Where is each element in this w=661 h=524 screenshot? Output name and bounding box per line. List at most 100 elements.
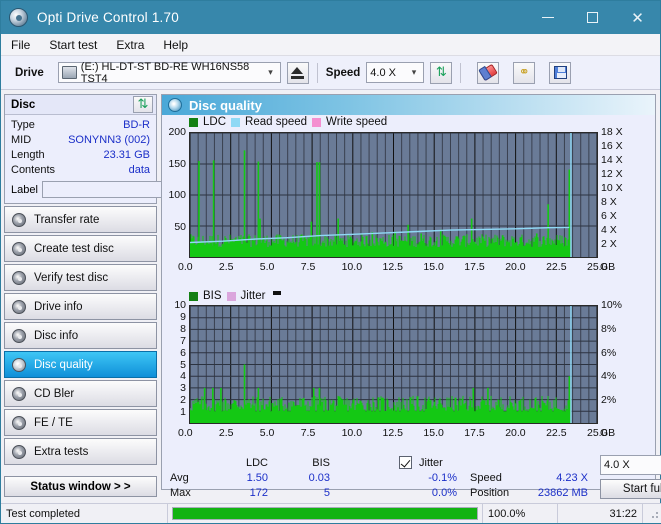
bis-x-tick: 7.5 xyxy=(300,427,316,439)
ldc-legend: LDC Read speed Write speed xyxy=(189,116,387,128)
jitter-checkbox[interactable] xyxy=(399,456,412,469)
disc-row-contents: Contents data xyxy=(11,163,150,178)
ldc-chart: LDC Read speed Write speed 50 100 150 200 2… xyxy=(162,115,655,290)
menu-item-start-test[interactable]: Start test xyxy=(49,38,97,52)
speed-select[interactable]: 4.0 X ▾ xyxy=(366,62,425,83)
stats-avg-bis: 0.03 xyxy=(308,472,330,484)
bis-chart: BIS Jitter 1 2 3 4 5 6 7 8 9 10 2% 4% 6% 8% 10% 0.0 2.… xyxy=(162,290,655,455)
drive-select[interactable]: (E:) HL-DT-ST BD-RE WH16NS58 TST4 ▾ xyxy=(57,61,281,85)
bis-y-tick: 9 xyxy=(180,310,186,323)
bis-y-tick: 3 xyxy=(180,382,186,395)
erase-button[interactable] xyxy=(477,61,500,84)
maximize-button[interactable] xyxy=(570,1,615,34)
position-value: 23862 MB xyxy=(537,487,588,499)
legend-swatch-bis xyxy=(189,291,198,301)
stats-avg-ldc: 1.50 xyxy=(246,472,268,484)
ldc-y-tick: 150 xyxy=(168,157,186,170)
stats-max-ldc: 172 xyxy=(249,487,268,499)
ldc-plot-area xyxy=(189,132,598,258)
settings-button[interactable]: ⚭ xyxy=(513,61,536,84)
speed-label: Speed xyxy=(325,66,361,79)
minimize-button[interactable] xyxy=(525,1,570,34)
speed-stat-label: Speed xyxy=(470,472,502,484)
save-button[interactable] xyxy=(549,61,572,84)
resize-grip[interactable] xyxy=(649,508,659,519)
menu-item-help[interactable]: Help xyxy=(163,38,188,52)
legend-label-write-speed: Write speed xyxy=(326,116,388,128)
status-window-button[interactable]: Status window > > xyxy=(4,476,157,497)
sidebar-item-create-test-disc[interactable]: Create test disc xyxy=(4,235,157,262)
ldc-speed-tick: 14 X xyxy=(601,154,623,166)
bis-y-tick: 10 xyxy=(174,299,186,311)
sidebar-item-fe-te[interactable]: FE / TE xyxy=(4,409,157,436)
stats-col-bis: BIS xyxy=(312,457,330,469)
disc-refresh-button[interactable]: ⇅ xyxy=(133,96,153,113)
disc-quality-panel: Disc quality LDC Read speed Write speed … xyxy=(161,94,661,523)
jitter-max-value: 0.0% xyxy=(431,487,457,499)
sidebar-item-extra-tests[interactable]: Extra tests xyxy=(4,438,157,465)
bis-x-tick: 10.0 xyxy=(341,427,363,439)
legend-label-read-speed: Read speed xyxy=(245,116,308,128)
disc-row-type: Type BD-R xyxy=(11,118,150,133)
ldc-y-tick: 200 xyxy=(168,126,186,138)
toolbar-divider xyxy=(316,62,318,83)
bis-x-tick: 15.0 xyxy=(423,427,444,439)
disc-label-row: Label xyxy=(11,181,243,198)
speed-value: 4.0 X xyxy=(370,66,396,79)
legend-swatch-ldc xyxy=(189,117,198,127)
stats-col-ldc: LDC xyxy=(245,457,268,469)
eraser-icon xyxy=(479,63,498,82)
bis-plot-area xyxy=(189,305,598,424)
disc-length-value: 23.31 GB xyxy=(103,149,150,161)
ldc-x-tick: 5.0 xyxy=(259,261,275,273)
disc-info-rows: Type BD-R MID SONYNN3 (002) Length 23.31… xyxy=(5,115,243,203)
disc-mid-value: SONYNN3 (002) xyxy=(68,134,150,146)
jitter-tick: 2% xyxy=(601,394,617,407)
ldc-speed-tick: 6 X xyxy=(601,210,617,222)
status-bar: Test completed 100.0% 31:22 xyxy=(1,503,661,523)
bis-x-tick: 12.5 xyxy=(382,427,403,439)
sidebar-item-drive-info[interactable]: Drive info xyxy=(4,293,157,320)
glasses-icon: ⚭ xyxy=(518,65,530,80)
ldc-speed-tick: 2 X xyxy=(601,238,617,250)
sidebar-item-label: Transfer rate xyxy=(34,213,100,226)
legend-label-bis: BIS xyxy=(203,290,222,302)
bis-y-tick: 6 xyxy=(180,346,186,359)
refresh-button[interactable]: ⇅ xyxy=(430,61,453,84)
sidebar-item-label: Extra tests xyxy=(34,445,89,458)
ldc-x-unit: GB xyxy=(600,261,616,273)
disc-contents-value: data xyxy=(128,164,150,176)
refresh-icon: ⇅ xyxy=(435,65,447,80)
sidebar-item-verify-test-disc[interactable]: Verify test disc xyxy=(4,264,157,291)
disc-row-mid: MID SONYNN3 (002) xyxy=(11,133,150,148)
eject-button[interactable] xyxy=(286,61,309,84)
sidebar-item-cd-bler[interactable]: CD Bler xyxy=(4,380,157,407)
disc-label-label: Label xyxy=(11,183,38,196)
menu-item-extra[interactable]: Extra xyxy=(116,38,144,52)
cd-bler-icon xyxy=(12,386,26,401)
sidebar-item-transfer-rate[interactable]: Transfer rate xyxy=(4,206,157,233)
close-button[interactable]: ✕ xyxy=(615,1,660,34)
test-speed-select[interactable]: 4.0 X ▾ xyxy=(600,455,661,475)
drive-toolbar: Drive (E:) HL-DT-ST BD-RE WH16NS58 TST4 … xyxy=(1,56,660,90)
bis-x-tick: 17.5 xyxy=(464,427,485,439)
start-full-button[interactable]: Start full xyxy=(600,479,661,499)
panel-title: Disc quality xyxy=(189,97,262,113)
sidebar-item-label: Disc info xyxy=(34,329,79,342)
jitter-tick: 4% xyxy=(601,370,617,383)
sidebar-item-disc-info[interactable]: Disc info xyxy=(4,322,157,349)
drive-info-icon xyxy=(12,299,26,314)
menu-bar: File Start test Extra Help xyxy=(1,34,660,56)
disc-mid-label: MID xyxy=(11,134,32,146)
legend-label-ldc: LDC xyxy=(203,116,227,128)
sidebar-item-label: Drive info xyxy=(34,300,83,313)
ldc-speed-tick: 16 X xyxy=(601,140,623,152)
position-label: Position xyxy=(470,487,510,499)
sidebar-item-disc-quality[interactable]: Disc quality xyxy=(4,351,157,378)
menu-item-file[interactable]: File xyxy=(11,38,30,52)
sidebar-item-label: FE / TE xyxy=(34,416,73,429)
window-controls: ✕ xyxy=(525,1,660,34)
disc-quality-icon xyxy=(12,357,26,372)
bis-legend: BIS Jitter xyxy=(189,290,282,302)
drive-label: Drive xyxy=(15,66,44,79)
